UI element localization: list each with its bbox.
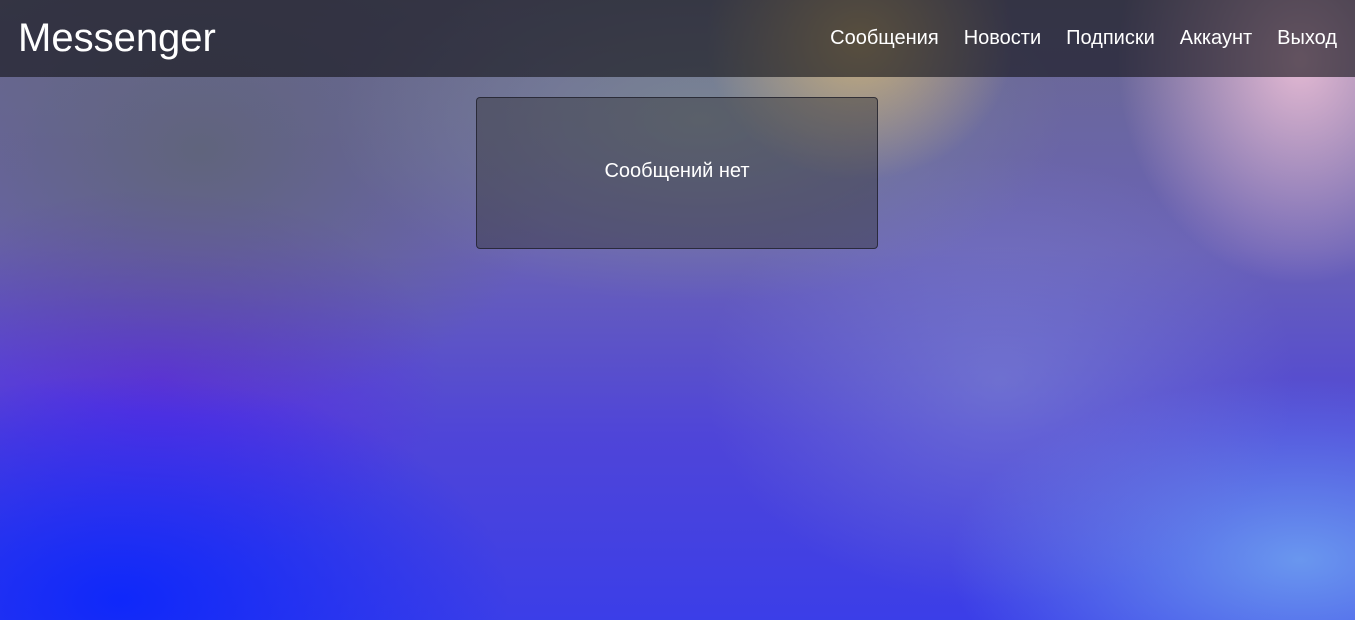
top-navbar: Messenger Сообщения Новости Подписки Акк…	[0, 0, 1355, 77]
empty-messages-text: Сообщений нет	[604, 160, 750, 182]
nav-link-logout[interactable]: Выход	[1277, 27, 1337, 50]
brand-logo-link[interactable]: Messenger	[18, 18, 216, 58]
empty-messages-card: Сообщений нет	[476, 97, 878, 249]
nav-link-account[interactable]: Аккаунт	[1180, 27, 1252, 50]
nav-link-subscriptions[interactable]: Подписки	[1066, 27, 1155, 50]
nav-links: Сообщения Новости Подписки Аккаунт Выход	[830, 27, 1337, 50]
nav-link-messages[interactable]: Сообщения	[830, 27, 939, 50]
background-image	[0, 0, 1355, 620]
nav-link-news[interactable]: Новости	[964, 27, 1041, 50]
